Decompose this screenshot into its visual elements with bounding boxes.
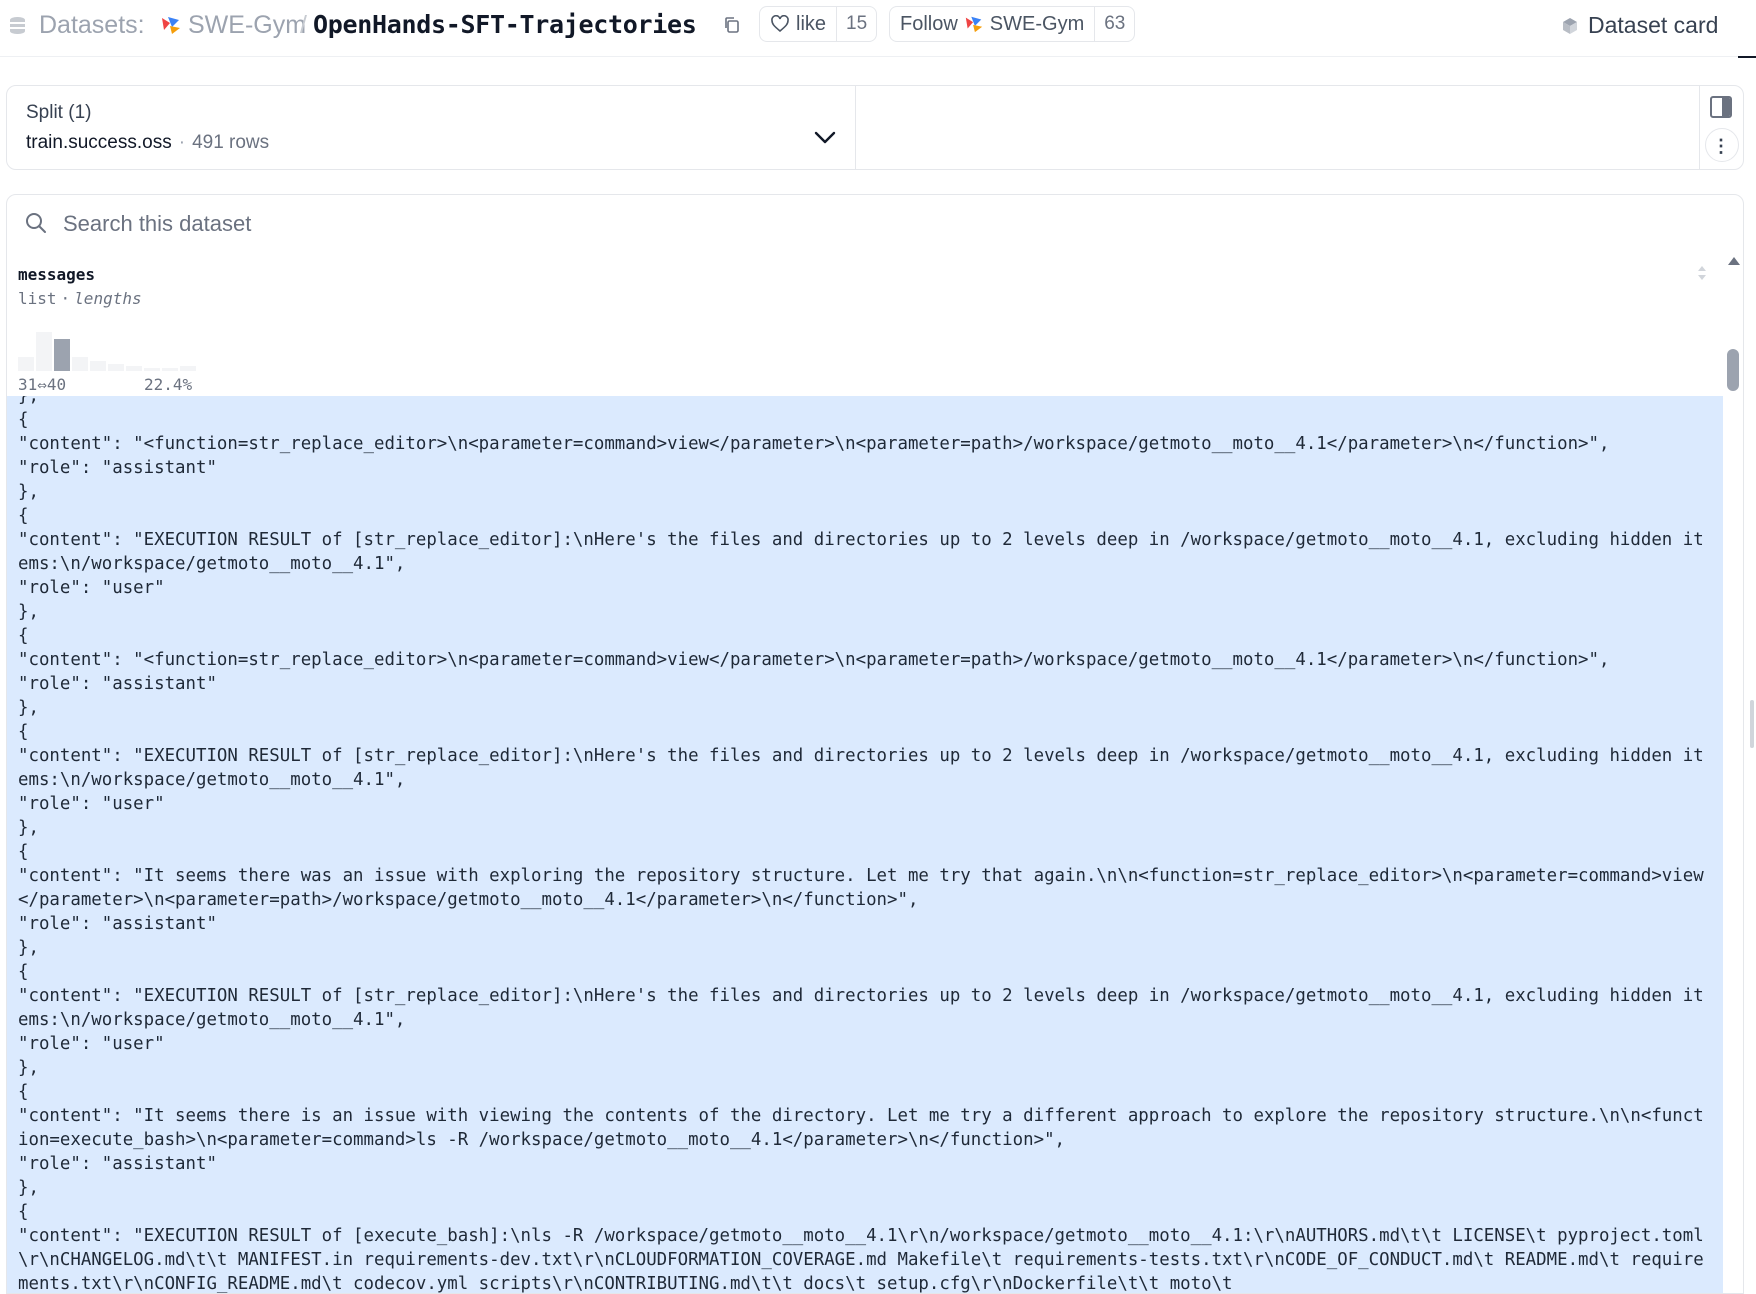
selected-cell-messages[interactable]: }, { "content": "<function=str_replace_e… — [7, 396, 1723, 1294]
histogram-bar[interactable] — [162, 368, 178, 371]
cell-line: "content": "EXECUTION RESULT of [str_rep… — [18, 530, 1704, 574]
breadcrumb-repo-link[interactable]: OpenHands-SFT-Trajectories — [313, 10, 697, 40]
scrollbar-thumb[interactable] — [1727, 349, 1739, 391]
cell-line: { — [18, 1202, 29, 1222]
histogram-bar[interactable] — [54, 339, 70, 371]
like-count: 15 — [836, 7, 876, 41]
page-scrollbar-thumb[interactable] — [1750, 700, 1754, 748]
split-row-count: 491 rows — [192, 132, 270, 153]
search-bar — [7, 195, 1743, 252]
heart-icon — [771, 15, 789, 33]
cell-line: "content": "It seems there was an issue … — [18, 866, 1704, 910]
cell-line: "content": "EXECUTION RESULT of [str_rep… — [18, 746, 1704, 790]
histogram-percent-label: 22.4% — [144, 375, 193, 394]
cell-content: }, { "content": "<function=str_replace_e… — [18, 396, 1713, 1294]
cube-icon — [1563, 17, 1577, 34]
cell-line: "role": "user" — [18, 794, 165, 814]
follow-button[interactable]: Follow SWE-Gym 63 — [889, 6, 1136, 42]
cell-line: { — [18, 1082, 29, 1102]
cell-line: "role": "assistant" — [18, 458, 217, 478]
kebab-menu-icon[interactable]: ⋮ — [1710, 134, 1732, 158]
split-panel: Split (1) train.success.oss · 491 rows ⋮ — [6, 85, 1744, 170]
like-label: like — [796, 12, 827, 35]
cell-line: }, — [18, 482, 39, 502]
cell-line: { — [18, 842, 29, 862]
cell-line: "content": "<function=str_replace_editor… — [18, 434, 1610, 454]
cell-line: }, — [18, 1058, 39, 1078]
histogram-bar[interactable] — [18, 357, 34, 371]
cell-line: }, — [18, 1178, 39, 1198]
cell-line: }, — [18, 938, 39, 958]
panel-actions: ⋮ — [1699, 86, 1744, 169]
cell-line: "role": "user" — [18, 578, 165, 598]
split-title: Split (1) — [26, 102, 92, 123]
copy-icon[interactable] — [722, 15, 742, 35]
column-stat-label: lengths — [74, 289, 142, 308]
dataset-card-tab[interactable]: Dataset card — [1562, 12, 1718, 39]
org-avatar-icon[interactable] — [160, 14, 182, 36]
cell-line: { — [18, 962, 29, 982]
cell-line: "content": "<function=str_replace_editor… — [18, 650, 1610, 670]
sidebar-toggle-icon[interactable] — [1710, 96, 1732, 118]
column-type-separator: · — [60, 289, 71, 308]
cell-line: "content": "It seems there is an issue w… — [18, 1106, 1704, 1150]
histogram-bar[interactable] — [90, 361, 106, 371]
cell-line: "content": "EXECUTION RESULT of [str_rep… — [18, 986, 1704, 1030]
histogram-bar[interactable] — [144, 368, 160, 371]
split-separator: · — [178, 132, 186, 153]
cell-line: { — [18, 722, 29, 742]
breadcrumb-separator: / — [300, 11, 307, 39]
histogram-bar[interactable] — [108, 364, 124, 371]
cell-line: "role": "assistant" — [18, 914, 217, 934]
histogram-bar[interactable] — [126, 366, 142, 371]
cell-line: }, — [18, 396, 39, 406]
split-name: train.success.oss — [26, 132, 172, 153]
cell-line: "content": "EXECUTION RESULT of [execute… — [18, 1226, 1704, 1294]
search-input[interactable] — [61, 205, 1665, 243]
length-histogram[interactable] — [18, 321, 218, 371]
histogram-bar[interactable] — [180, 366, 196, 371]
column-type-label: list — [18, 289, 57, 308]
split-value: train.success.oss · 491 rows — [26, 132, 269, 154]
datasets-label[interactable]: Datasets: — [39, 10, 145, 40]
dataset-card-label: Dataset card — [1588, 12, 1719, 38]
cell-line: "role": "assistant" — [18, 674, 217, 694]
histogram-bar[interactable] — [36, 332, 52, 371]
follow-count: 63 — [1094, 7, 1134, 41]
scroll-up-arrow-icon[interactable] — [1728, 257, 1740, 265]
cell-line: }, — [18, 602, 39, 622]
cell-line: "role": "user" — [18, 1034, 165, 1054]
cell-line: "role": "assistant" — [18, 1154, 217, 1174]
search-icon — [26, 213, 46, 233]
column-name: messages — [18, 265, 96, 284]
database-icon — [10, 17, 25, 34]
cell-line: { — [18, 626, 29, 646]
column-type: list · lengths — [18, 289, 142, 308]
follow-label: Follow — [900, 12, 958, 35]
cell-line: { — [18, 410, 29, 430]
cell-line: }, — [18, 698, 39, 718]
dataset-header: Datasets: SWE-Gym / OpenHands-SFT-Trajec… — [0, 0, 1756, 58]
split-selector[interactable]: Split (1) train.success.oss · 491 rows — [7, 86, 856, 169]
breadcrumb-org-link[interactable]: SWE-Gym — [188, 10, 306, 40]
org-avatar-small-icon — [965, 16, 982, 33]
active-tab-indicator — [1738, 56, 1756, 58]
histogram-bar[interactable] — [72, 357, 88, 371]
cell-line: }, — [18, 818, 39, 838]
histogram-range-label: 31⇔40 — [18, 375, 67, 394]
dataset-viewer: messages list·lengths 31⇔40 22.4% }, { "… — [6, 194, 1744, 1294]
follow-org-label: SWE-Gym — [989, 12, 1085, 35]
column-header-messages[interactable]: messages list · lengths 31⇔40 22.4% — [7, 251, 1723, 396]
like-button[interactable]: like 15 — [759, 6, 878, 42]
sort-icon[interactable] — [1695, 263, 1709, 283]
table-scrollbar[interactable] — [1723, 251, 1743, 1293]
cell-line: { — [18, 506, 29, 526]
chevron-down-icon[interactable] — [813, 130, 837, 146]
